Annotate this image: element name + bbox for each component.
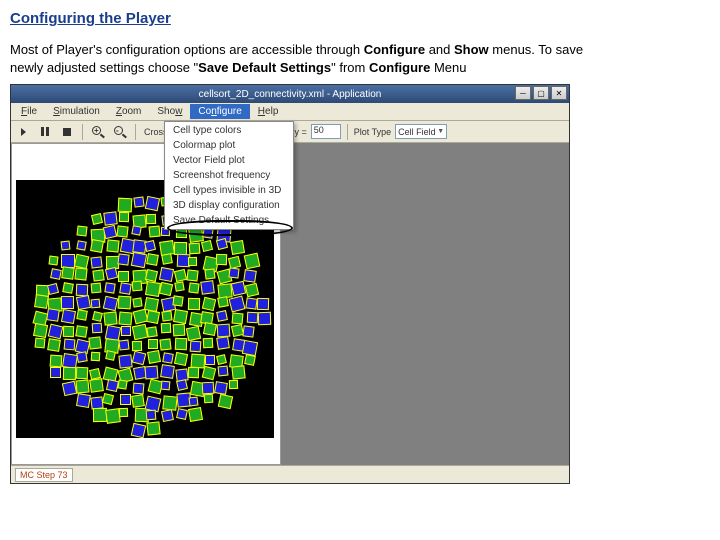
menu-file[interactable]: File [13, 104, 45, 119]
para-text: " from [331, 60, 369, 75]
dd-save-default-settings[interactable]: Save Default Settings [165, 213, 293, 228]
plot-type-value: Cell Field [398, 127, 436, 137]
pause-button[interactable] [36, 123, 54, 141]
plot-type-label: Plot Type [354, 127, 391, 137]
stop-icon [63, 128, 71, 136]
menu-bar: File Simulation Zoom Show Configure Help [11, 103, 569, 121]
title-bar: cellsort_2D_connectivity.xml - Applicati… [11, 85, 569, 103]
dd-cell-type-colors[interactable]: Cell type colors [165, 123, 293, 138]
doc-paragraph: Most of Player's configuration options a… [10, 41, 600, 76]
menu-configure[interactable]: Configure [190, 104, 249, 119]
zoom-out-button[interactable]: - [111, 123, 129, 141]
y-label: y = [295, 127, 307, 137]
y-value-input[interactable]: 50 [311, 124, 341, 139]
dd-vector-field-plot[interactable]: Vector Field plot [165, 153, 293, 168]
zoom-in-button[interactable]: + [89, 123, 107, 141]
dd-cell-types-invisible[interactable]: Cell types invisible in 3D [165, 183, 293, 198]
status-mc-step: MC Step 73 [15, 468, 73, 482]
menu-help[interactable]: Help [250, 104, 287, 119]
dd-3d-display-config[interactable]: 3D display configuration [165, 198, 293, 213]
close-button[interactable]: ✕ [551, 86, 567, 100]
para-bold-show: Show [454, 42, 489, 57]
toolbar-separator [347, 124, 348, 140]
dd-screenshot-frequency[interactable]: Screenshot frequency [165, 168, 293, 183]
minimize-button[interactable]: ─ [515, 86, 531, 100]
para-bold-configure-2: Configure [369, 60, 430, 75]
window-title: cellsort_2D_connectivity.xml - Applicati… [199, 89, 382, 100]
para-bold-save-default: Save Default Settings [198, 60, 331, 75]
menu-simulation[interactable]: Simulation [45, 104, 108, 119]
application-window: cellsort_2D_connectivity.xml - Applicati… [10, 84, 570, 484]
menu-zoom[interactable]: Zoom [108, 104, 150, 119]
maximize-button[interactable]: ▢ [533, 86, 549, 100]
dd-colormap-plot[interactable]: Colormap plot [165, 138, 293, 153]
configure-dropdown: Cell type colors Colormap plot Vector Fi… [164, 121, 294, 230]
para-bold-configure: Configure [364, 42, 425, 57]
status-bar: MC Step 73 [11, 465, 569, 483]
menu-show[interactable]: Show [149, 104, 190, 119]
plot-type-dropdown[interactable]: Cell Field▼ [395, 124, 447, 139]
para-text: Most of Player's configuration options a… [10, 42, 364, 57]
play-button[interactable] [14, 123, 32, 141]
window-controls: ─ ▢ ✕ [515, 86, 567, 100]
toolbar-separator [135, 124, 136, 140]
stop-button[interactable] [58, 123, 76, 141]
para-text: Menu [430, 60, 466, 75]
pause-icon [41, 127, 49, 136]
doc-title: Configuring the Player [10, 10, 710, 27]
para-text: and [425, 42, 454, 57]
toolbar-separator [82, 124, 83, 140]
